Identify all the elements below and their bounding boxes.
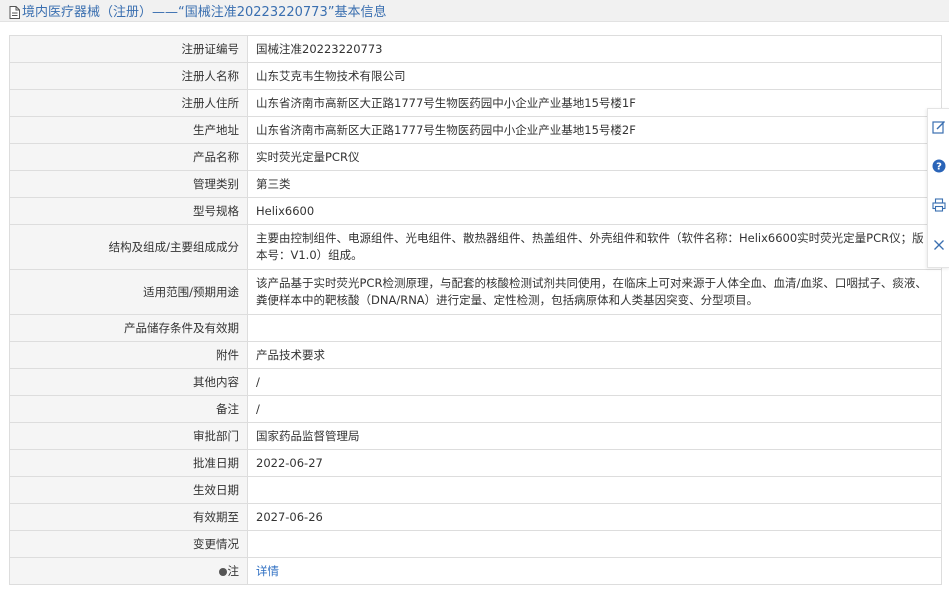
table-row: 变更情况 bbox=[9, 530, 942, 558]
table-row: 审批部门 国家药品监督管理局 bbox=[9, 422, 942, 450]
table-row: 产品储存条件及有效期 bbox=[9, 314, 942, 342]
row-value: / bbox=[247, 395, 942, 423]
row-value: 该产品基于实时荧光PCR检测原理，与配套的核酸检测试剂共同使用，在临床上可对来源… bbox=[247, 269, 942, 315]
table-row: 其他内容 / bbox=[9, 368, 942, 396]
row-value: 山东省济南市高新区大正路1777号生物医药园中小企业产业基地15号楼2F bbox=[247, 116, 942, 144]
table-row: 注册人住所 山东省济南市高新区大正路1777号生物医药园中小企业产业基地15号楼1… bbox=[9, 89, 942, 117]
edit-icon bbox=[932, 119, 946, 138]
note-label: 注 bbox=[227, 563, 240, 578]
row-label: 变更情况 bbox=[9, 530, 248, 558]
row-value bbox=[247, 476, 942, 504]
row-label: 注册人名称 bbox=[9, 62, 248, 90]
row-label: 型号规格 bbox=[9, 197, 248, 225]
row-value: 国械注准20223220773 bbox=[247, 35, 942, 63]
page-title: 境内医疗器械（注册）——“国械注准20223220773”基本信息 bbox=[22, 5, 387, 20]
pin-icon bbox=[218, 567, 227, 576]
help-button[interactable]: ? bbox=[928, 148, 949, 187]
table-row: 生效日期 bbox=[9, 476, 942, 504]
row-label: 附件 bbox=[9, 341, 248, 369]
row-value: 国家药品监督管理局 bbox=[247, 422, 942, 450]
title-bar: 境内医疗器械（注册）——“国械注准20223220773”基本信息 bbox=[0, 0, 949, 22]
row-value: Helix6600 bbox=[247, 197, 942, 225]
row-value: 2022-06-27 bbox=[247, 449, 942, 477]
row-value: / bbox=[247, 368, 942, 396]
row-value bbox=[247, 314, 942, 342]
row-value: 第三类 bbox=[247, 170, 942, 198]
row-label: 生效日期 bbox=[9, 476, 248, 504]
table-row: 备注 / bbox=[9, 395, 942, 423]
row-label: 批准日期 bbox=[9, 449, 248, 477]
row-label: 管理类别 bbox=[9, 170, 248, 198]
document-icon bbox=[9, 4, 20, 19]
table-row: 有效期至 2027-06-26 bbox=[9, 503, 942, 531]
table-row: 生产地址 山东省济南市高新区大正路1777号生物医药园中小企业产业基地15号楼2F bbox=[9, 116, 942, 144]
row-value: 实时荧光定量PCR仪 bbox=[247, 143, 942, 171]
row-value: 山东艾克韦生物技术有限公司 bbox=[247, 62, 942, 90]
table-row: 管理类别 第三类 bbox=[9, 170, 942, 198]
row-label: 注册人住所 bbox=[9, 89, 248, 117]
row-label: 适用范围/预期用途 bbox=[9, 269, 248, 315]
table-row: 批准日期 2022-06-27 bbox=[9, 449, 942, 477]
row-label: 有效期至 bbox=[9, 503, 248, 531]
svg-text:?: ? bbox=[936, 162, 942, 173]
row-value: 产品技术要求 bbox=[247, 341, 942, 369]
info-table: 注册证编号 国械注准20223220773 注册人名称 山东艾克韦生物技术有限公司 注册… bbox=[9, 35, 942, 585]
row-value: 2027-06-26 bbox=[247, 503, 942, 531]
row-label: 生产地址 bbox=[9, 116, 248, 144]
close-icon bbox=[933, 236, 945, 255]
print-button[interactable] bbox=[928, 187, 949, 226]
row-value bbox=[247, 530, 942, 558]
row-label: 注 bbox=[9, 557, 248, 585]
row-label: 备注 bbox=[9, 395, 248, 423]
row-label: 产品名称 bbox=[9, 143, 248, 171]
table-row: 注册人名称 山东艾克韦生物技术有限公司 bbox=[9, 62, 942, 90]
table-row: 结构及组成/主要组成成分 主要由控制组件、电源组件、光电组件、散热器组件、热盖组件… bbox=[9, 224, 942, 270]
row-value: 详情 bbox=[247, 557, 942, 585]
row-label: 结构及组成/主要组成成分 bbox=[9, 224, 248, 270]
table-row: 适用范围/预期用途 该产品基于实时荧光PCR检测原理，与配套的核酸检测试剂共同使用… bbox=[9, 269, 942, 315]
row-label: 其他内容 bbox=[9, 368, 248, 396]
edit-button[interactable] bbox=[928, 109, 949, 148]
row-value: 主要由控制组件、电源组件、光电组件、散热器组件、热盖组件、外壳组件和软件（软件名… bbox=[247, 224, 942, 270]
details-link[interactable]: 详情 bbox=[256, 564, 279, 578]
floating-toolbar: ? bbox=[927, 108, 949, 268]
table-row: 型号规格 Helix6600 bbox=[9, 197, 942, 225]
table-row: 附件 产品技术要求 bbox=[9, 341, 942, 369]
help-icon: ? bbox=[932, 158, 946, 177]
table-row: 注册证编号 国械注准20223220773 bbox=[9, 35, 942, 63]
row-label: 注册证编号 bbox=[9, 35, 248, 63]
print-icon bbox=[932, 197, 946, 216]
table-row: 产品名称 实时荧光定量PCR仪 bbox=[9, 143, 942, 171]
row-value: 山东省济南市高新区大正路1777号生物医药园中小企业产业基地15号楼1F bbox=[247, 89, 942, 117]
close-button[interactable] bbox=[928, 226, 949, 265]
row-label: 审批部门 bbox=[9, 422, 248, 450]
row-label: 产品储存条件及有效期 bbox=[9, 314, 248, 342]
table-row-note: 注 详情 bbox=[9, 557, 942, 585]
